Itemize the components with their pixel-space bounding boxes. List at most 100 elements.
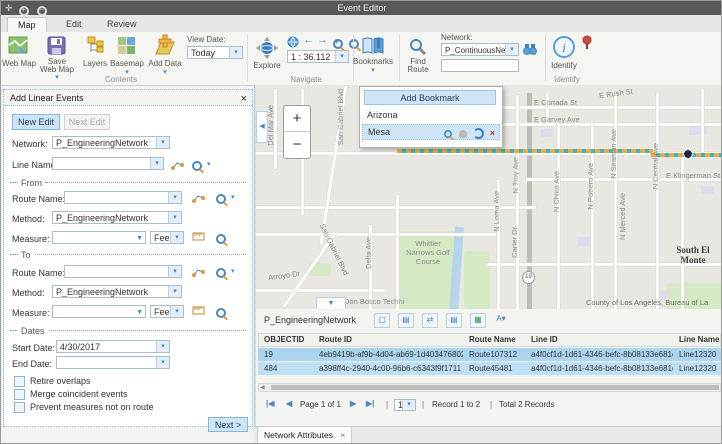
measure-ruler-icon[interactable] <box>192 230 205 243</box>
dropdown-arrow-icon[interactable]: ▾ <box>150 158 163 169</box>
collapse-bottom-panel-handle[interactable]: ▼ <box>316 297 346 309</box>
to-unit-select[interactable]: Feet▾ <box>150 305 184 318</box>
end-date-field[interactable]: ▾ <box>56 356 170 369</box>
tab-edit[interactable]: Edit <box>56 17 92 31</box>
col-route-name[interactable]: Route Name <box>463 333 525 347</box>
zoom-out-map-icon[interactable] <box>349 38 359 49</box>
zoom-menu-icon[interactable]: ▾ <box>231 194 235 201</box>
line-name-field[interactable]: ▾ <box>52 157 164 170</box>
first-page-icon[interactable]: |◀ <box>266 399 274 408</box>
dropdown-arrow-icon[interactable]: ▾ <box>170 232 183 243</box>
cell[interactable]: a398ff4c-2940-4c00-96b6-c6343f9f1711 <box>313 362 463 376</box>
find-route-label[interactable]: Find Route <box>399 58 437 74</box>
to-measure-field[interactable]: ▼ <box>52 305 146 318</box>
delete-bookmark-icon[interactable]: × <box>490 129 495 138</box>
sort-icon[interactable]: A▾ <box>494 313 508 326</box>
bookmarks-icon[interactable] <box>361 36 385 56</box>
clear-selection-icon[interactable]: ▤ <box>446 313 462 328</box>
zoom-menu-icon[interactable]: ▾ <box>207 161 211 168</box>
pan-to-bookmark-icon[interactable] <box>459 130 467 138</box>
pin-icon[interactable] <box>581 35 593 49</box>
view-date-select[interactable]: Today ▾ <box>187 46 243 59</box>
tab-map[interactable]: Map <box>7 17 47 33</box>
col-route-id[interactable]: Route ID <box>313 333 463 347</box>
route-point-marker[interactable] <box>683 149 693 159</box>
full-extent-icon[interactable] <box>287 36 299 48</box>
retire-overlaps-checkbox[interactable] <box>14 376 25 387</box>
tab-network-attributes[interactable]: Network Attributes × <box>257 427 352 444</box>
zoom-to-bookmark-icon[interactable] <box>444 130 452 138</box>
zoom-menu-icon[interactable]: ▾ <box>231 268 235 275</box>
scrollbar-thumb[interactable] <box>271 385 719 390</box>
dropdown-arrow-icon[interactable]: ▾ <box>402 400 415 410</box>
merge-coincident-checkbox[interactable] <box>14 389 25 400</box>
scale-select[interactable]: 1 : 36.112 ▾ <box>287 50 349 63</box>
dropdown-arrow-icon[interactable]: ▾ <box>168 212 181 223</box>
identify-icon[interactable]: i <box>553 36 575 58</box>
save-web-map-label[interactable]: Save Web Map <box>39 58 75 74</box>
panel-header[interactable]: Add Linear Events × <box>4 90 252 106</box>
add-data-icon[interactable] <box>153 34 177 56</box>
dropdown-arrow-icon[interactable]: ▾ <box>505 44 518 55</box>
scroll-left-icon[interactable]: ◀ <box>260 384 265 391</box>
identify-label[interactable]: Identify <box>545 62 583 70</box>
web-map-label[interactable]: Web Map <box>1 60 37 68</box>
cell[interactable]: 484 <box>258 362 313 376</box>
bookmarks-label[interactable]: Bookmarks <box>351 58 395 66</box>
zoom-in-map-icon[interactable] <box>333 38 343 49</box>
binoculars-icon[interactable] <box>523 43 537 55</box>
add-bookmark-button[interactable]: Add Bookmark <box>364 90 496 105</box>
bookmark-item-mesa[interactable]: Mesa × <box>362 124 500 140</box>
map-zoom-in-button[interactable]: + <box>284 106 310 132</box>
explore-icon[interactable] <box>255 36 279 60</box>
cell[interactable]: a4f0cf1d-1d61-4346-befc-8b08133e681e <box>525 362 673 376</box>
bookmark-item-arizona[interactable]: Arizona <box>362 108 500 122</box>
tab-review[interactable]: Review <box>97 17 147 31</box>
select-features-icon[interactable]: ▢ <box>374 313 390 328</box>
save-web-map-icon[interactable] <box>47 36 67 56</box>
open-table-icon[interactable]: ▤ <box>398 313 414 328</box>
cell[interactable]: 4eb9419b-af9b-4d04-ab69-1d403476802b <box>313 348 463 362</box>
col-line-id[interactable]: Line ID <box>525 333 673 347</box>
prevent-measures-checkbox[interactable] <box>14 402 25 413</box>
cell[interactable]: Line12320 <box>673 362 721 376</box>
dropdown-arrow-icon[interactable]: ▾ <box>156 341 169 352</box>
switch-selection-icon[interactable]: ⇄ <box>422 313 438 328</box>
to-method-field[interactable]: P_EngineeringNetwork▾ <box>52 285 182 298</box>
to-route-name-field[interactable]: ▾ <box>64 265 182 278</box>
select-line-on-map-icon[interactable] <box>171 157 184 170</box>
dropdown-arrow-icon[interactable]: ▾ <box>168 286 181 297</box>
combo-arrow-icon[interactable]: ▼ <box>136 235 143 242</box>
explore-label[interactable]: Explore <box>249 62 285 70</box>
dropdown-arrow-icon[interactable]: ▾ <box>229 47 242 58</box>
combo-arrow-icon[interactable]: ▼ <box>136 309 143 316</box>
find-route-icon[interactable] <box>409 38 427 56</box>
dropdown-arrow-icon[interactable]: ▾ <box>156 137 169 148</box>
close-icon[interactable]: × <box>235 91 247 107</box>
cell[interactable]: Route45481 <box>463 362 525 376</box>
new-edit-button[interactable]: New Edit <box>12 114 60 130</box>
map-zoom-out-button[interactable]: − <box>284 132 310 158</box>
next-button[interactable]: Next > <box>208 417 248 432</box>
col-objectid[interactable]: OBJECTID <box>258 333 313 347</box>
start-date-field[interactable]: 4/30/2017▾ <box>56 340 170 353</box>
zoom-to-route-icon[interactable] <box>216 267 226 278</box>
dropdown-arrow-icon[interactable]: ▾ <box>156 357 169 368</box>
map-canvas[interactable]: E Cortada St E Garvey Ave E Rush St N Tr… <box>256 85 722 309</box>
refresh-table-icon[interactable]: ▦ <box>470 313 486 328</box>
zoom-to-route-icon[interactable] <box>216 193 226 204</box>
from-unit-select[interactable]: Feet▾ <box>150 231 184 244</box>
previous-extent-icon[interactable]: ← <box>303 34 314 46</box>
layers-icon[interactable] <box>85 36 105 56</box>
next-edit-button[interactable]: Next Edit <box>64 114 110 130</box>
network-select[interactable]: P_ContinuousNetwork ▾ <box>441 43 519 56</box>
dropdown-arrow-icon[interactable]: ▾ <box>168 192 181 203</box>
last-page-icon[interactable]: ▶| <box>366 399 374 408</box>
col-line-name[interactable]: Line Name <box>673 333 721 347</box>
web-map-icon[interactable] <box>7 36 29 56</box>
zoom-to-measure-icon[interactable] <box>216 233 226 244</box>
basemap-icon[interactable] <box>117 36 137 56</box>
from-measure-field[interactable]: ▼ <box>52 231 146 244</box>
collapse-left-panel-handle[interactable]: ◀ <box>256 111 268 143</box>
select-route-on-map-icon[interactable] <box>192 190 205 203</box>
